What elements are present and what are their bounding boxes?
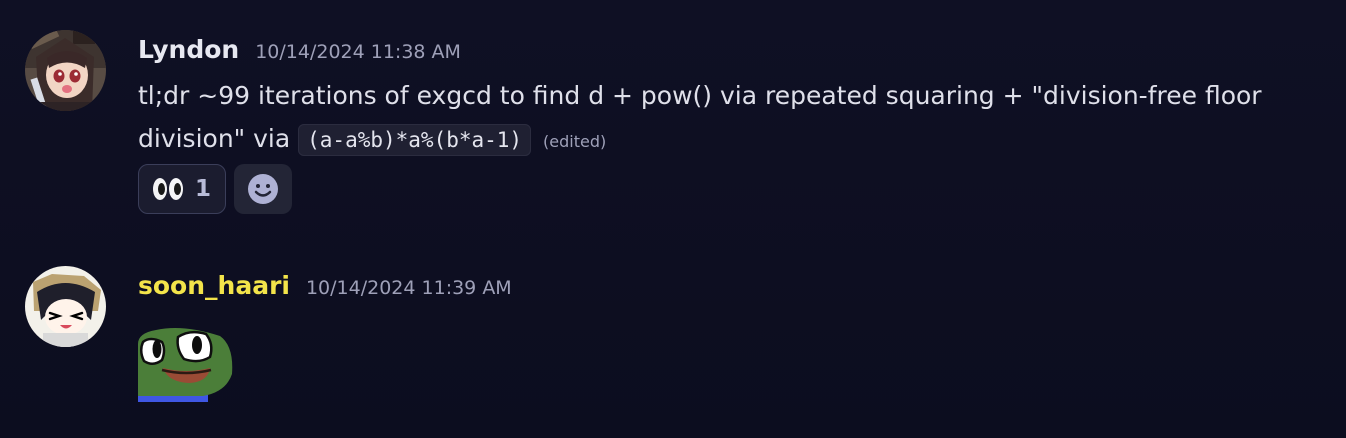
- eyes-reaction-button[interactable]: 1: [138, 164, 227, 214]
- avatar[interactable]: [25, 30, 106, 111]
- inline-code: (a-a%b)*a%(b*a-1): [298, 124, 532, 156]
- pepe-eyes-sticker[interactable]: [138, 306, 234, 402]
- avatar[interactable]: [25, 266, 106, 347]
- reaction-count: 1: [195, 176, 212, 202]
- message-content: tl;dr ~99 iterations of exgcd to find d …: [138, 74, 1333, 163]
- eyes-emoji: [153, 178, 183, 200]
- timestamp[interactable]: 10/14/2024 11:38 AM: [255, 36, 461, 68]
- chat-panel: Lyndon 10/14/2024 11:38 AM tl;dr ~99 ite…: [0, 0, 1346, 438]
- username[interactable]: soon_haari: [138, 270, 290, 302]
- smiley-icon: [248, 174, 279, 204]
- timestamp[interactable]: 10/14/2024 11:39 AM: [306, 272, 512, 304]
- right-eye-icon: [169, 178, 183, 200]
- edited-label: (edited): [543, 132, 607, 151]
- pepe-eyes-icon: [138, 328, 233, 402]
- message-soon-haari[interactable]: soon_haari 10/14/2024 11:39 AM: [0, 264, 1346, 414]
- anime-girl-avatar-icon: [25, 266, 106, 347]
- message-header: soon_haari 10/14/2024 11:39 AM: [138, 270, 512, 304]
- message-header: Lyndon 10/14/2024 11:38 AM: [138, 34, 461, 68]
- message-lyndon[interactable]: Lyndon 10/14/2024 11:38 AM tl;dr ~99 ite…: [0, 30, 1346, 230]
- anime-witch-avatar-icon: [25, 30, 106, 111]
- left-eye-icon: [153, 178, 167, 200]
- add-reaction-button[interactable]: [234, 164, 293, 214]
- username[interactable]: Lyndon: [138, 34, 239, 66]
- reactions-bar: 1: [138, 164, 293, 214]
